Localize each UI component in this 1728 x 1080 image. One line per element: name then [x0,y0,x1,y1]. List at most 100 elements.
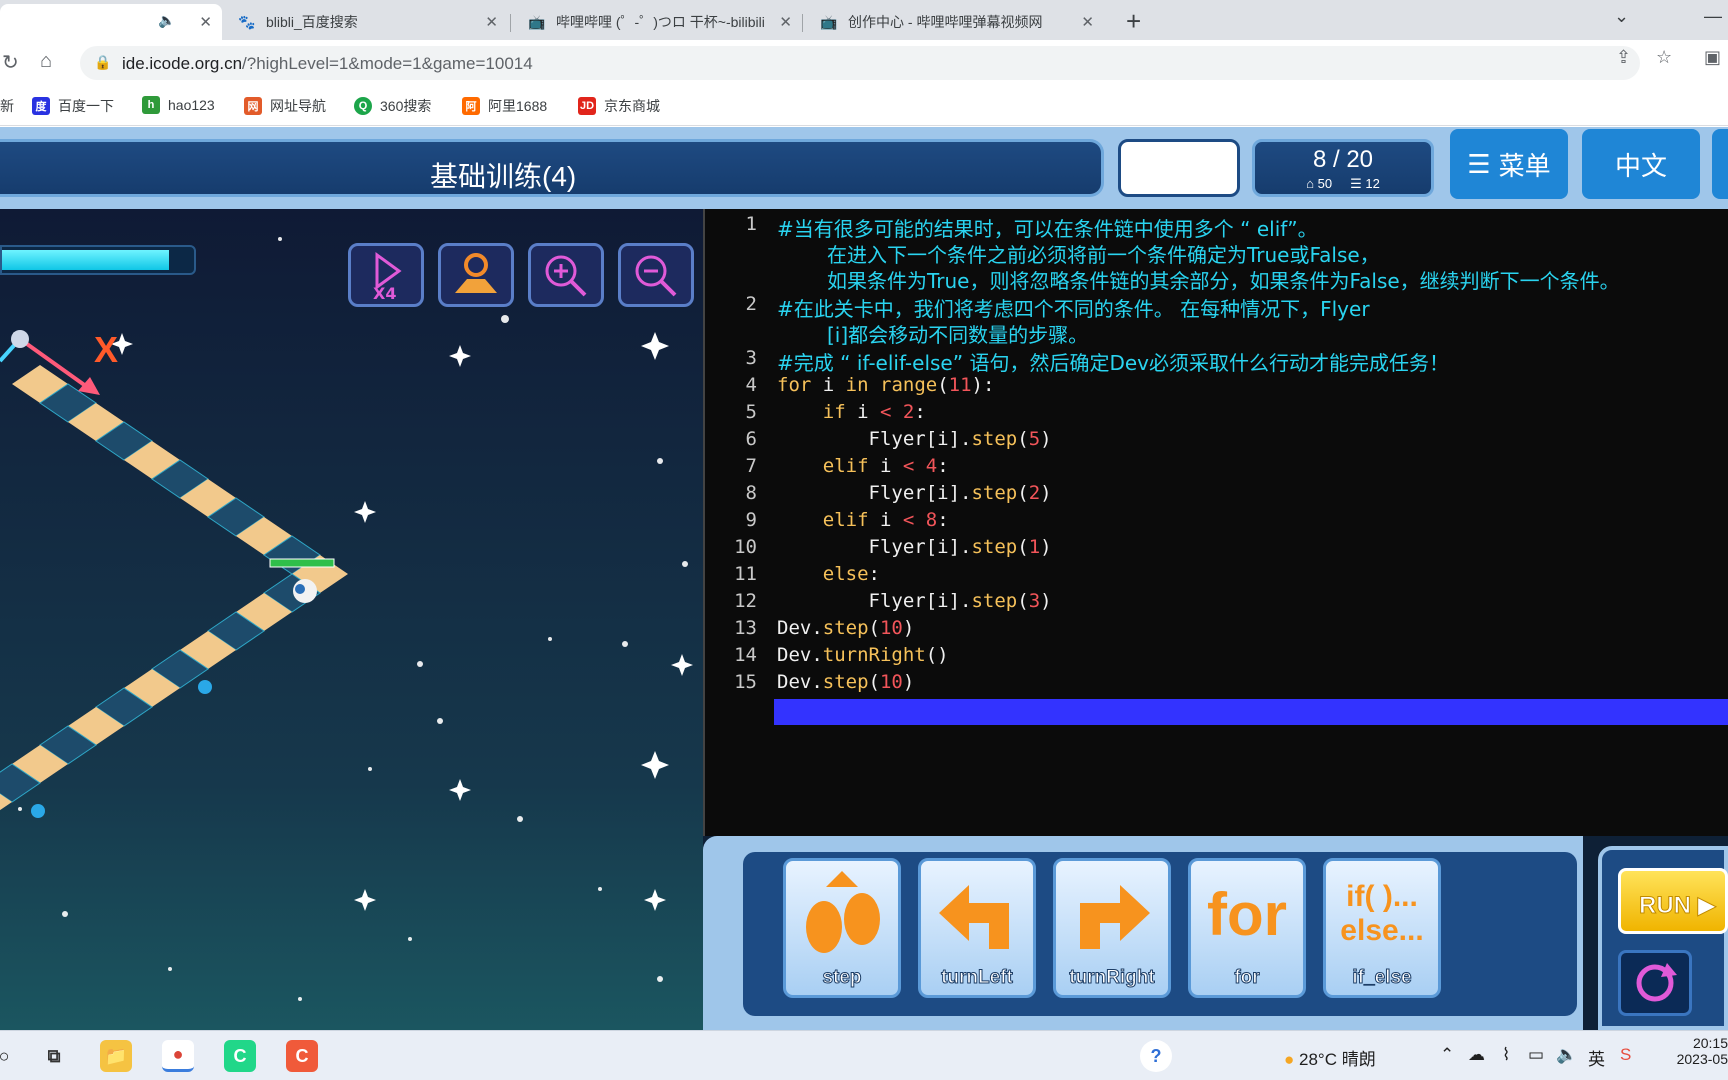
for-block[interactable]: for for [1188,858,1306,998]
side-panel-icon[interactable]: ▣ [1704,47,1721,68]
step-icon [786,869,898,959]
code-line: 在进入下一个条件之前必须将前一个条件确定为True或False， [827,243,1380,267]
file-explorer-icon[interactable]: 📁 [100,1040,132,1072]
new-tab-button[interactable]: + [1126,6,1141,37]
zoom-out-button[interactable] [618,243,694,307]
audio-icon[interactable]: 🔈 [158,12,175,29]
browser-toolbar: ↻ ⌂ 🔒 ide.icode.org.cn/?highLevel=1&mode… [0,40,1728,86]
sogou-icon[interactable]: S [1620,1045,1631,1065]
map-pin-icon [455,253,497,293]
speed-x4-button[interactable]: X4 [348,243,424,307]
energy-bar [0,245,196,275]
tab-creator-center[interactable]: 📺 创作中心 - 哔哩哔哩弹幕视频网 ✕ [804,4,1104,40]
search-icon[interactable]: ○ [0,1040,20,1072]
360-search-icon: Q [354,97,372,115]
language-button[interactable]: 中文 [1582,129,1700,199]
level-title: 基础训练(4) [430,161,577,192]
jd-icon: JD [578,97,596,115]
code-line: 如果条件为True，则将忽略条件链的其余部分，如果条件为False，继续判断下一… [827,269,1620,293]
bookmark-label: 京东商城 [604,98,660,114]
if-else-text-icon: if( )... else... [1340,880,1424,947]
bookmark-item[interactable]: Q 360搜索 [354,96,431,116]
menu-label: 菜单 [1498,150,1551,181]
code-line: if i < 2: [822,401,926,423]
for-text-icon: for [1207,880,1287,948]
clock[interactable]: 20:15 2023-05 [1670,1035,1728,1067]
line-number: 14 [734,644,757,666]
close-tab-icon[interactable]: ✕ [485,13,498,31]
speed-x4-icon: X4 [373,252,402,301]
bookmark-item[interactable]: 网网址导航 [244,96,326,116]
line-number: 2 [745,293,757,315]
map-location-button[interactable] [438,243,514,307]
cloud-icon[interactable]: ☁ [1468,1045,1485,1065]
task-view-icon[interactable]: ⧉ [38,1040,70,1072]
share-icon[interactable]: ⇪ [1616,47,1631,68]
line-number: 13 [734,617,757,639]
weather[interactable]: ● 28°C 晴朗 [1284,1045,1376,1070]
date: 2023-05 [1676,1051,1728,1067]
line-number: 7 [745,455,757,477]
bookmark-label: 阿里1688 [488,98,548,114]
close-tab-icon[interactable]: ✕ [1081,13,1094,31]
bookmark-item[interactable]: 新 [0,96,14,116]
block-palette-inner: step turnLeft turnRight for for if()...… [743,852,1577,1016]
code-line: Flyer[i].step(2) [777,482,1052,504]
line-number: 6 [745,428,757,450]
reload-icon[interactable]: ↻ [2,50,19,75]
minimize-button[interactable]: — [1704,6,1722,27]
weather-text: 28°C 晴朗 [1299,1050,1376,1069]
current-line-highlight [774,699,1728,725]
tray-chevron-icon[interactable]: ⌃ [1440,1045,1454,1065]
bookmark-star-icon[interactable]: ☆ [1656,47,1672,68]
bookmark-item[interactable]: h hao123 [142,96,215,114]
battery-icon[interactable]: ▭ [1528,1045,1544,1065]
speed-x4-text: X4 [373,284,396,301]
sun-icon: ● [1284,1050,1295,1069]
line-number: 3 [745,347,757,369]
address-bar[interactable]: 🔒 ide.icode.org.cn/?highLevel=1&mode=1&g… [80,46,1640,80]
wifi-icon[interactable]: ⌇ [1502,1045,1510,1065]
code-editor[interactable]: 1 #当有很多可能的结果时，可以在条件链中使用多个 “ elif”。 在进入下一个… [703,209,1728,836]
turn-right-block[interactable]: turnRight [1053,858,1171,998]
bookmark-item[interactable]: 阿阿里1688 [462,96,547,116]
reset-button[interactable] [1618,950,1692,1016]
code-line: elif i < 4: [822,455,949,477]
line-number: 4 [745,374,757,396]
run-label: RUN [1639,892,1692,920]
bookmark-label: 百度一下 [58,98,114,114]
bookmarks-bar: 新 度百度一下 h hao123 网网址导航 Q 360搜索 阿阿里1688 JD 京… [0,86,1728,126]
bookmark-label: 360搜索 [380,98,432,114]
extra-button[interactable] [1712,129,1728,199]
close-tab-icon[interactable]: ✕ [199,13,212,31]
volume-icon[interactable]: 🔈 [1556,1045,1577,1065]
close-tab-icon[interactable]: ✕ [779,13,792,31]
zoom-out-icon [635,255,677,297]
menu-button[interactable]: ☰ 菜单 [1450,129,1568,199]
block-label: turnRight [1069,967,1155,989]
help-icon[interactable]: ? [1140,1040,1172,1072]
energy-count: 50 [1317,176,1333,191]
home-icon[interactable]: ⌂ [40,50,52,73]
game-scene[interactable]: X X4 [0,209,703,1030]
x-axis-label: X [94,329,119,370]
run-button[interactable]: RUN ▶ [1618,868,1728,934]
ime-indicator[interactable]: 英 [1588,1045,1605,1070]
turn-left-block[interactable]: turnLeft [918,858,1036,998]
tab-bilibili[interactable]: 📺 哔哩哔哩 (゜-゜)つロ 干杯~-bilibili ✕ [512,4,802,40]
zoom-in-button[interactable] [528,243,604,307]
tab-search-icon[interactable]: ⌄ [1614,6,1629,27]
chrome-icon[interactable]: ● [162,1040,194,1072]
alibaba-icon: 阿 [462,97,480,115]
pycharm-icon[interactable]: C [224,1040,256,1072]
if-else-block[interactable]: if( )... else... if_else [1323,858,1441,998]
step-block[interactable]: step [783,858,901,998]
bookmark-item[interactable]: JD 京东商城 [578,96,660,116]
url-text: ide.icode.org.cn/?highLevel=1&mode=1&gam… [122,54,533,73]
tab-baidu[interactable]: 🐾 blibli_百度搜索 ✕ [222,4,508,40]
energy-icon: ⌂ [1306,176,1314,191]
bookmark-item[interactable]: 度百度一下 [32,96,114,116]
clion-icon[interactable]: C [286,1040,318,1072]
tab-current[interactable]: 🔈 ✕ [0,4,222,40]
refresh-icon [1636,963,1677,1002]
